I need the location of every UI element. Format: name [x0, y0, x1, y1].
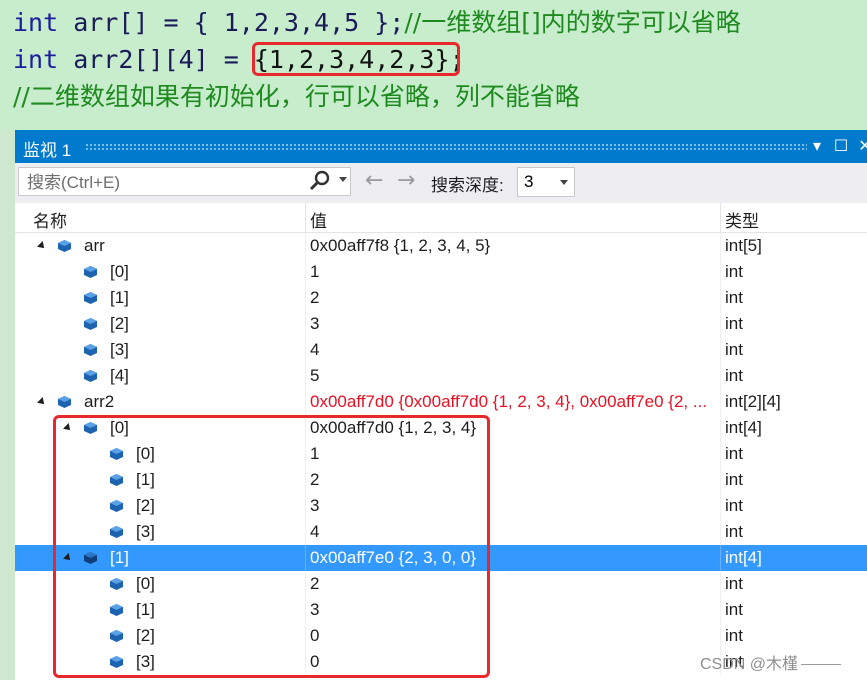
chevron-down-icon[interactable]: [560, 180, 568, 185]
code-editor: int arr[] = { 1,2,3,4,5 };//一维数组[]内的数字可以…: [0, 0, 867, 130]
table-row[interactable]: [0] 2 int: [15, 571, 867, 597]
watermark: CSDN @木槿: [700, 650, 842, 674]
column-name[interactable]: 名称: [33, 207, 67, 232]
watch-titlebar[interactable]: 监视 1 ▾ ☐ ✕: [15, 130, 867, 163]
variable-icon: [58, 240, 71, 252]
table-row[interactable]: [2] 0 int: [15, 623, 867, 649]
collapse-icon[interactable]: [63, 553, 73, 563]
variable-icon: [110, 474, 123, 486]
table-row[interactable]: arr 0x00aff7f8 {1, 2, 3, 4, 5} int[5]: [15, 233, 867, 259]
variable-icon: [110, 630, 123, 642]
variable-icon: [84, 422, 97, 434]
variable-icon: [84, 292, 97, 304]
close-icon[interactable]: ✕: [855, 134, 867, 158]
variable-icon: [110, 526, 123, 538]
column-resize-handle[interactable]: [305, 203, 306, 233]
table-row[interactable]: [0] 0x00aff7d0 {1, 2, 3, 4} int[4]: [15, 415, 867, 441]
table-row-selected[interactable]: [1] 0x00aff7e0 {2, 3, 0, 0} int[4]: [15, 545, 867, 571]
variable-icon: [84, 344, 97, 356]
variable-icon: [84, 552, 97, 564]
table-row[interactable]: [4] 5 int: [15, 363, 867, 389]
table-row[interactable]: [2] 3 int: [15, 493, 867, 519]
dropdown-icon[interactable]: ▾: [807, 134, 827, 158]
code-annotation-box: [252, 42, 460, 76]
collapse-icon[interactable]: [37, 397, 47, 407]
watch-toolbar: ← → 搜索深度: 3: [15, 163, 867, 203]
table-row[interactable]: arr2 0x00aff7d0 {0x00aff7d0 {1, 2, 3, 4}…: [15, 389, 867, 415]
variable-icon: [110, 604, 123, 616]
variable-icon: [84, 266, 97, 278]
column-type[interactable]: 类型: [725, 207, 759, 232]
table-row[interactable]: [1] 2 int: [15, 467, 867, 493]
back-arrow-icon[interactable]: ←: [365, 169, 383, 193]
variable-icon: [110, 500, 123, 512]
variable-icon: [110, 448, 123, 460]
code-line-1: int arr[] = { 1,2,3,4,5 };//一维数组[]内的数字可以…: [13, 8, 741, 37]
column-resize-handle[interactable]: [720, 203, 721, 233]
table-row[interactable]: [3] 4 int: [15, 337, 867, 363]
collapse-icon[interactable]: [37, 241, 47, 251]
table-row[interactable]: [0] 1 int: [15, 441, 867, 467]
variable-icon: [110, 578, 123, 590]
table-row[interactable]: [1] 3 int: [15, 597, 867, 623]
collapse-icon[interactable]: [63, 423, 73, 433]
variable-icon: [110, 656, 123, 668]
search-icon[interactable]: [309, 170, 331, 192]
watch-window: 监视 1 ▾ ☐ ✕ ← → 搜索深度: 3 名称 值 类型: [15, 130, 867, 680]
window-title: 监视 1: [23, 141, 72, 160]
search-box[interactable]: [18, 167, 351, 196]
variable-icon: [84, 318, 97, 330]
search-dropdown-icon[interactable]: [339, 177, 347, 182]
column-value[interactable]: 值: [310, 207, 327, 232]
code-line-3: //二维数组如果有初始化，行可以省略，列不能省略: [13, 82, 580, 111]
table-row[interactable]: [0] 1 int: [15, 259, 867, 285]
table-row[interactable]: [3] 4 int: [15, 519, 867, 545]
maximize-icon[interactable]: ☐: [831, 134, 851, 158]
search-depth-select[interactable]: 3: [517, 167, 575, 197]
drag-grip[interactable]: [85, 143, 807, 150]
search-depth-label: 搜索深度:: [431, 176, 504, 195]
table-row[interactable]: [1] 2 int: [15, 285, 867, 311]
search-input[interactable]: [25, 171, 299, 194]
forward-arrow-icon[interactable]: →: [397, 169, 415, 193]
variable-icon: [58, 396, 71, 408]
changed-value: 0x00aff7d0 {0x00aff7d0 {1, 2, 3, 4}, 0x0…: [310, 392, 708, 411]
column-header: 名称 值 类型: [15, 203, 867, 233]
table-row[interactable]: [2] 3 int: [15, 311, 867, 337]
variable-icon: [84, 370, 97, 382]
